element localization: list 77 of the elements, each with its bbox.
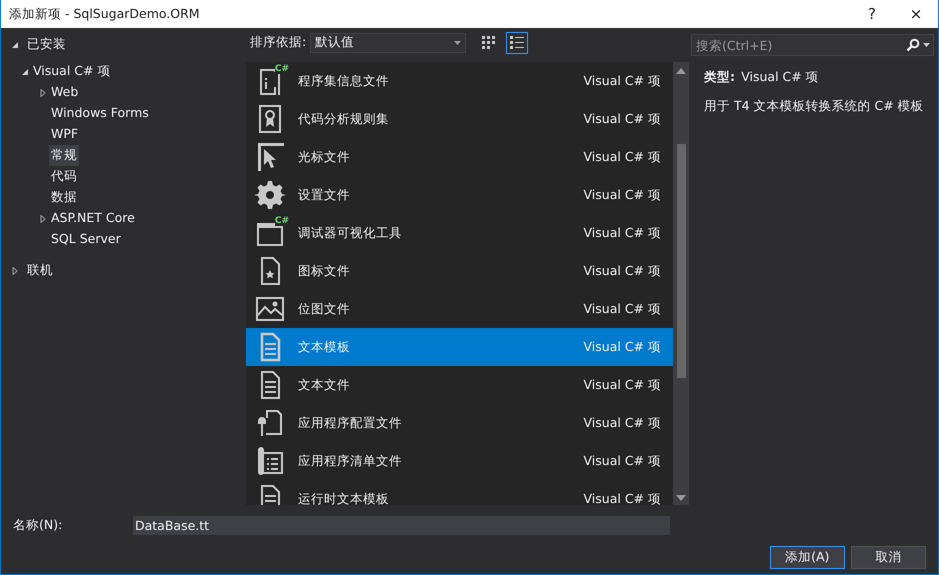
type-value: Visual C# 项 xyxy=(741,68,819,86)
close-button[interactable]: × xyxy=(894,2,938,26)
template-name: 应用程序配置文件 xyxy=(298,414,403,432)
tree-item[interactable]: Web xyxy=(49,82,80,103)
tree-item[interactable]: ASP.NET Core xyxy=(49,208,137,229)
scroll-down-icon[interactable] xyxy=(676,495,686,501)
tree-item[interactable]: 联机 xyxy=(25,260,55,281)
collapsed-icon[interactable] xyxy=(11,266,19,274)
template-name: 程序集信息文件 xyxy=(298,72,390,90)
template-name: 调试器可视化工具 xyxy=(298,224,403,242)
description-text: 用于 T4 文本模板转换系统的 C# 模板 xyxy=(704,96,925,115)
template-type: Visual C# 项 xyxy=(584,148,661,166)
template-type: Visual C# 项 xyxy=(584,414,661,432)
template-row[interactable]: 设置文件 Visual C# 项 xyxy=(246,176,673,214)
list-view-button[interactable] xyxy=(506,32,528,54)
tree-item[interactable]: Visual C# 项 xyxy=(31,61,112,82)
template-row[interactable]: C# 程序集信息文件 Visual C# 项 xyxy=(246,62,673,100)
template-name: 代码分析规则集 xyxy=(298,110,390,128)
template-name: 图标文件 xyxy=(298,262,351,280)
csharp-badge: C# xyxy=(274,65,289,74)
tree-item[interactable]: 代码 xyxy=(49,166,79,187)
template-type: Visual C# 项 xyxy=(584,186,661,204)
template-type: Visual C# 项 xyxy=(584,224,661,242)
scroll-up-icon[interactable] xyxy=(676,68,686,74)
csharp-badge: C# xyxy=(274,217,289,226)
tree-item[interactable]: Windows Forms xyxy=(49,103,151,124)
template-name: 运行时文本模板 xyxy=(298,490,390,505)
template-type: Visual C# 项 xyxy=(584,490,661,505)
window-title: 添加新项 - SqlSugarDemo.ORM xyxy=(9,4,201,23)
tree-item[interactable]: WPF xyxy=(49,124,80,145)
template-name: 文本模板 xyxy=(298,338,351,356)
list-view-icon xyxy=(510,36,524,50)
template-type: Visual C# 项 xyxy=(584,262,661,280)
template-row[interactable]: 光标文件 Visual C# 项 xyxy=(246,138,673,176)
template-row[interactable]: 应用程序配置文件 Visual C# 项 xyxy=(246,404,673,442)
template-name: 应用程序清单文件 xyxy=(298,452,403,470)
collapsed-icon[interactable] xyxy=(39,88,47,96)
gear-icon xyxy=(254,179,286,211)
dropdown-icon[interactable] xyxy=(923,43,930,47)
template-type: Visual C# 项 xyxy=(584,338,661,356)
name-field[interactable]: DataBase.tt xyxy=(133,516,670,535)
expanded-icon[interactable] xyxy=(21,68,29,76)
name-label: 名称(N): xyxy=(13,516,64,534)
collapsed-icon[interactable] xyxy=(39,214,47,222)
template-type: Visual C# 项 xyxy=(584,376,661,394)
template-type: Visual C# 项 xyxy=(584,452,661,470)
type-label: 类型: xyxy=(704,68,735,86)
template-row[interactable]: 位图文件 Visual C# 项 xyxy=(246,290,673,328)
template-row[interactable]: 应用程序清单文件 Visual C# 项 xyxy=(246,442,673,480)
help-button[interactable]: ? xyxy=(850,2,894,26)
template-name: 位图文件 xyxy=(298,300,351,318)
template-row[interactable]: 运行时文本模板 Visual C# 项 xyxy=(246,480,673,505)
template-row[interactable]: 代码分析规则集 Visual C# 项 xyxy=(246,100,673,138)
template-name: 光标文件 xyxy=(298,148,351,166)
template-type: Visual C# 项 xyxy=(584,72,661,90)
template-type: Visual C# 项 xyxy=(584,110,661,128)
dropdown-icon xyxy=(454,40,462,44)
cancel-button[interactable]: 取消 xyxy=(851,546,926,569)
template-type: Visual C# 项 xyxy=(584,300,661,318)
grid-view-icon xyxy=(482,36,496,50)
tree-item[interactable]: 常规 xyxy=(49,145,79,166)
scrollbar-thumb[interactable] xyxy=(676,144,686,378)
template-name: 设置文件 xyxy=(298,186,351,204)
template-row[interactable]: 文本模板 Visual C# 项 xyxy=(246,328,673,366)
search-icon[interactable] xyxy=(906,38,920,52)
tree-item[interactable]: SQL Server xyxy=(49,229,123,250)
tree-item[interactable]: 数据 xyxy=(49,187,79,208)
template-name: 文本文件 xyxy=(298,376,351,394)
template-row[interactable]: C# 调试器可视化工具 Visual C# 项 xyxy=(246,214,673,252)
tree-item[interactable]: 已安装 xyxy=(25,34,68,55)
template-row[interactable]: 图标文件 Visual C# 项 xyxy=(246,252,673,290)
template-row[interactable]: 文本文件 Visual C# 项 xyxy=(246,366,673,404)
sort-dropdown[interactable]: 默认值 xyxy=(310,32,466,52)
add-button[interactable]: 添加(A) xyxy=(770,546,845,569)
expanded-icon[interactable] xyxy=(11,40,19,48)
sort-label: 排序依据: xyxy=(250,33,306,52)
search-field[interactable]: 搜索(Ctrl+E) xyxy=(691,34,934,56)
